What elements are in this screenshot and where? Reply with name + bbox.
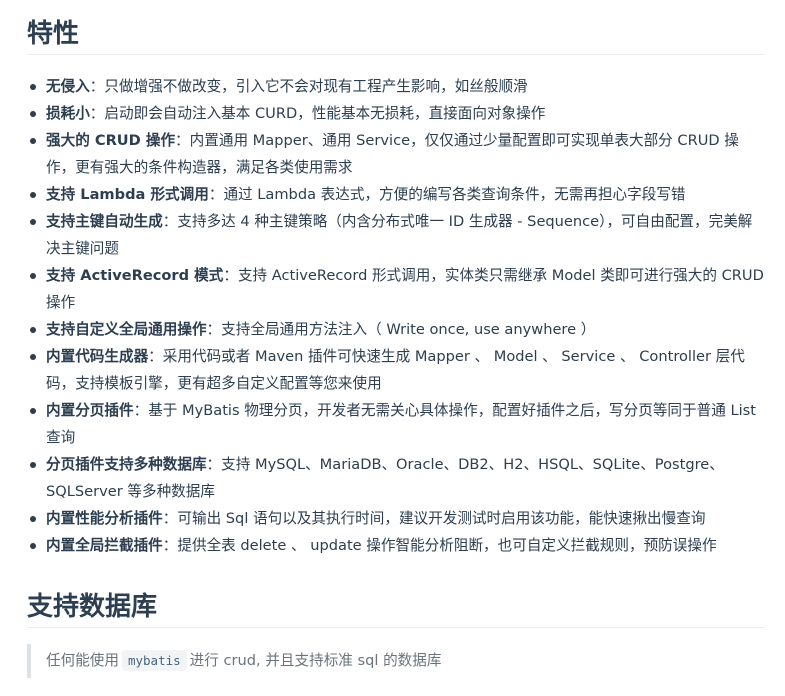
databases-heading: 支持数据库 xyxy=(27,589,765,628)
feature-separator: ： xyxy=(206,321,222,338)
feature-separator: ： xyxy=(162,537,178,554)
feature-separator: ： xyxy=(206,456,222,473)
feature-term: 分页插件支持多种数据库 xyxy=(46,456,207,473)
bullet-icon xyxy=(30,138,36,144)
doc-page: 特性 无侵入：只做增强不做改变，引入它不会对现有工程产生影响，如丝般顺滑 损耗小… xyxy=(0,0,785,696)
list-item: 支持 Lambda 形式调用：通过 Lambda 表达式，方便的编写各类查询条件… xyxy=(30,181,765,208)
list-item: 支持主键自动生成：支持多达 4 种主键策略（内含分布式唯一 ID 生成器 - S… xyxy=(30,208,765,262)
feature-separator: ： xyxy=(223,267,238,284)
feature-term: 内置全局拦截插件 xyxy=(46,537,163,554)
bullet-icon xyxy=(30,192,36,198)
bullet-icon xyxy=(30,84,36,90)
feature-desc: 提供全表 delete 、 update 操作智能分析阻断，也可自定义拦截规则，… xyxy=(177,537,717,554)
feature-separator: ： xyxy=(175,132,190,149)
feature-term: 内置性能分析插件 xyxy=(46,510,163,527)
inline-code: mybatis xyxy=(121,650,187,671)
list-item: 支持自定义全局通用操作：支持全局通用方法注入（ Write once, use … xyxy=(30,316,765,343)
feature-term: 内置分页插件 xyxy=(46,402,134,419)
feature-desc: 支持全局通用方法注入（ Write once, use anywhere ） xyxy=(221,321,596,338)
bullet-icon xyxy=(30,219,36,225)
feature-desc: 只做增强不做改变，引入它不会对现有工程产生影响，如丝般顺滑 xyxy=(104,78,528,95)
list-item: 分页插件支持多种数据库：支持 MySQL、MariaDB、Oracle、DB2、… xyxy=(30,451,765,505)
feature-desc: 启动即会自动注入基本 CURD，性能基本无损耗，直接面向对象操作 xyxy=(104,105,546,122)
bullet-icon xyxy=(30,354,36,360)
bullet-icon xyxy=(30,516,36,522)
feature-separator: ： xyxy=(162,510,178,527)
list-item: 内置全局拦截插件：提供全表 delete 、 update 操作智能分析阻断，也… xyxy=(30,532,765,559)
feature-desc: 可输出 Sql 语句以及其执行时间，建议开发测试时启用该功能，能快速揪出慢查询 xyxy=(177,510,706,527)
feature-term: 强大的 CRUD 操作 xyxy=(46,132,176,149)
feature-term: 支持自定义全局通用操作 xyxy=(46,321,207,338)
feature-separator: ： xyxy=(89,78,105,95)
bullet-icon xyxy=(30,111,36,117)
quote-text-before: 任何能使用 xyxy=(46,652,119,669)
list-item: 内置性能分析插件：可输出 Sql 语句以及其执行时间，建议开发测试时启用该功能，… xyxy=(30,505,765,532)
list-item: 无侵入：只做增强不做改变，引入它不会对现有工程产生影响，如丝般顺滑 xyxy=(30,73,765,100)
feature-separator: ： xyxy=(148,348,163,365)
feature-term: 支持 ActiveRecord 模式 xyxy=(46,267,224,284)
feature-desc: 基于 MyBatis 物理分页，开发者无需关心具体操作，配置好插件之后，写分页等… xyxy=(46,402,756,446)
features-list: 无侵入：只做增强不做改变，引入它不会对现有工程产生影响，如丝般顺滑 损耗小：启动… xyxy=(27,73,765,559)
bullet-icon xyxy=(30,462,36,468)
feature-separator: ： xyxy=(133,402,149,419)
list-item: 支持 ActiveRecord 模式：支持 ActiveRecord 形式调用，… xyxy=(30,262,765,316)
bullet-icon xyxy=(30,327,36,333)
list-item: 内置代码生成器：采用代码或者 Maven 插件可快速生成 Mapper 、 Mo… xyxy=(30,343,765,397)
feature-term: 无侵入 xyxy=(46,78,90,95)
feature-term: 内置代码生成器 xyxy=(46,348,149,365)
feature-desc: 通过 Lambda 表达式，方便的编写各类查询条件，无需再担心字段写错 xyxy=(223,186,686,203)
bullet-icon xyxy=(30,273,36,279)
list-item: 内置分页插件：基于 MyBatis 物理分页，开发者无需关心具体操作，配置好插件… xyxy=(30,397,765,451)
bullet-icon xyxy=(30,408,36,414)
features-heading: 特性 xyxy=(27,0,765,55)
list-item: 强大的 CRUD 操作：内置通用 Mapper、通用 Service，仅仅通过少… xyxy=(30,127,765,181)
feature-separator: ： xyxy=(89,105,105,122)
quote-text-after: 进行 crud, 并且支持标准 sql 的数据库 xyxy=(189,652,442,669)
feature-term: 支持主键自动生成 xyxy=(46,213,163,230)
feature-separator: ： xyxy=(162,213,178,230)
bullet-icon xyxy=(30,543,36,549)
feature-term: 损耗小 xyxy=(46,105,90,122)
databases-blockquote: 任何能使用 mybatis 进行 crud, 并且支持标准 sql 的数据库 xyxy=(27,644,765,678)
list-item: 损耗小：启动即会自动注入基本 CURD，性能基本无损耗，直接面向对象操作 xyxy=(30,100,765,127)
feature-term: 支持 Lambda 形式调用 xyxy=(46,186,209,203)
feature-separator: ： xyxy=(208,186,224,203)
